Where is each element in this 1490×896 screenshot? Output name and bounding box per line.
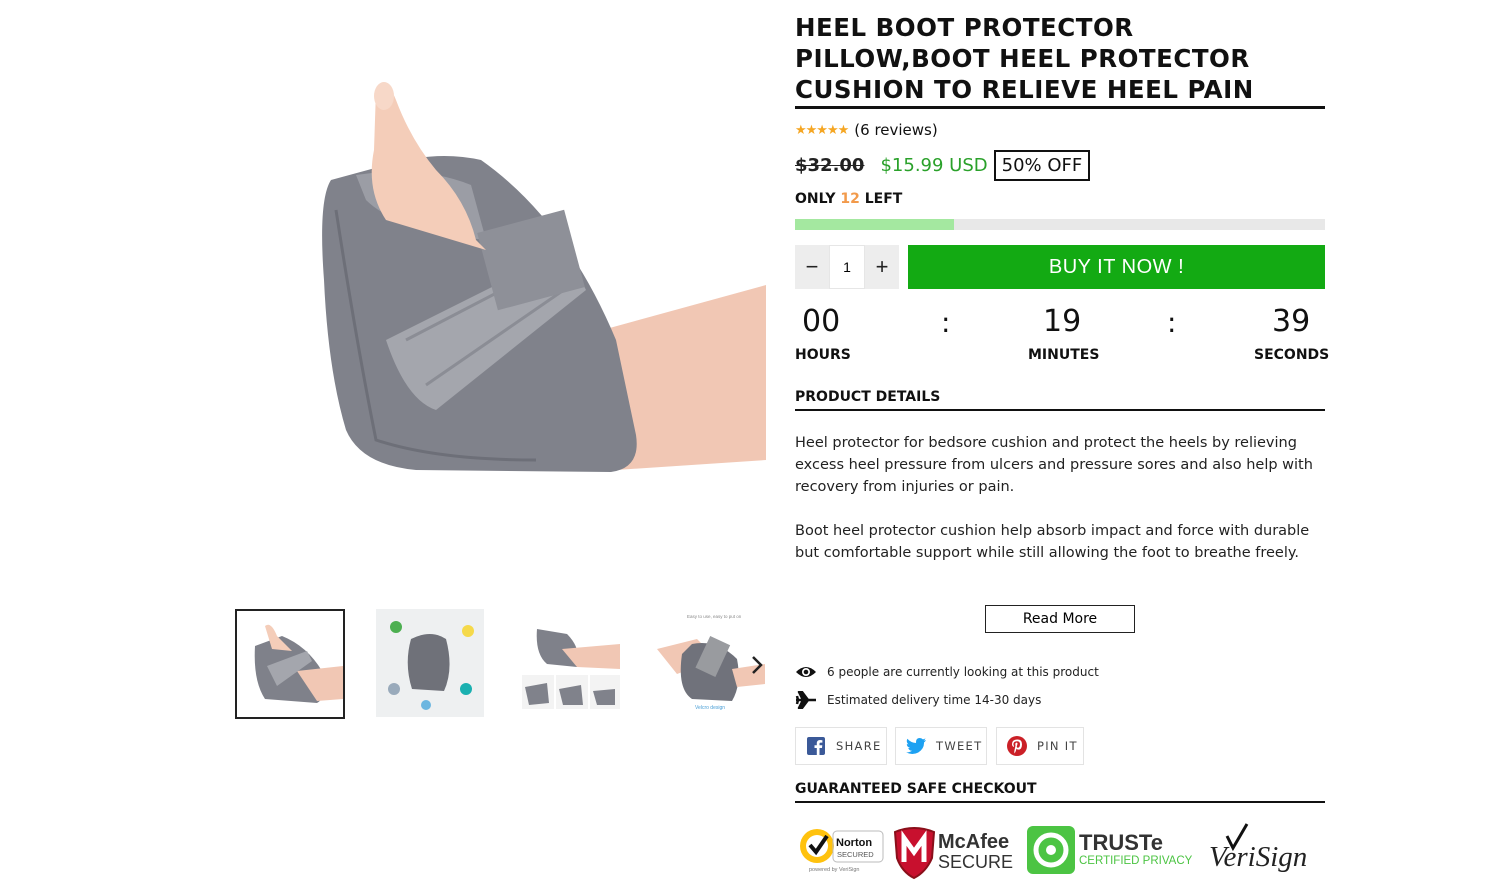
timer-minutes: 19 — [1043, 304, 1082, 339]
mcafee-secure-badge: McAfee SECURE — [893, 827, 1013, 880]
twitter-icon — [906, 736, 926, 756]
sale-price: $15.99 USD — [880, 154, 988, 176]
title-divider — [795, 106, 1325, 109]
quantity-increase-button[interactable]: + — [865, 245, 899, 289]
description-paragraph-2: Boot heel protector cushion help absorb … — [795, 523, 1310, 561]
stock-progress-bar — [795, 219, 1325, 230]
heel-cushion-photo — [322, 82, 766, 472]
stock-message: ONLY 12 LEFT — [795, 191, 902, 207]
svg-text:SECURED: SECURED — [837, 850, 874, 859]
thumbnail-carousel: Easy to use, easy to put on Velcro desig… — [234, 609, 766, 719]
quantity-input[interactable] — [829, 245, 865, 289]
discount-badge: 50% OFF — [993, 149, 1091, 181]
compare-at-price: $32.00 — [795, 154, 865, 176]
read-more-button[interactable]: Read More — [985, 605, 1135, 633]
timer-separator: : — [941, 306, 951, 339]
delivery-notice: Estimated delivery time 14-30 days — [795, 691, 1041, 709]
svg-text:Norton: Norton — [836, 837, 872, 849]
thumbnail-2[interactable] — [376, 609, 484, 717]
twitter-share-label: TWEET — [936, 739, 983, 753]
quantity-decrease-button[interactable]: − — [795, 245, 829, 289]
thumbnail-3[interactable] — [517, 609, 625, 717]
description-paragraph-1: Heel protector for bedsore cushion and p… — [795, 435, 1313, 495]
product-details-heading: PRODUCT DETAILS — [795, 389, 941, 405]
eye-icon — [795, 663, 819, 681]
stock-progress-fill — [795, 219, 954, 230]
timer-minutes-label: MINUTES — [1028, 347, 1100, 363]
norton-secured-badge: Norton SECURED powered by VeriSign — [800, 829, 884, 873]
airplane-icon — [795, 691, 819, 709]
svg-text:VeriSign: VeriSign — [1209, 841, 1307, 873]
product-title: HEEL BOOT PROTECTOR PILLOW,BOOT HEEL PRO… — [795, 13, 1254, 104]
thumb4-caption-top: Easy to use, easy to put on — [687, 614, 742, 619]
svg-text:CERTIFIED PRIVACY: CERTIFIED PRIVACY — [1079, 855, 1193, 867]
main-product-image[interactable] — [236, 40, 766, 580]
pinterest-share-button[interactable]: PIN IT — [996, 727, 1084, 765]
truste-badge: TRUSTe CERTIFIED PRIVACY — [1027, 826, 1193, 874]
stock-count: 12 — [840, 191, 860, 207]
stock-prefix: ONLY — [795, 191, 836, 207]
thumbnail-1[interactable] — [235, 609, 345, 719]
quantity-stepper: − + — [795, 245, 899, 289]
twitter-share-button[interactable]: TWEET — [895, 727, 987, 765]
timer-seconds-label: SECONDS — [1254, 347, 1330, 363]
trust-badges: Norton SECURED powered by VeriSign McAfe… — [797, 818, 1327, 880]
delivery-text: Estimated delivery time 14-30 days — [827, 693, 1042, 707]
svg-text:McAfee: McAfee — [938, 831, 1009, 853]
pinterest-share-label: PIN IT — [1037, 739, 1078, 753]
thumb4-caption-bottom: Velcro design — [695, 705, 725, 711]
safe-checkout-divider — [795, 801, 1325, 803]
timer-hours: 00 — [802, 304, 841, 339]
star-rating-icon: ★★★★★ — [795, 122, 849, 138]
timer-separator: : — [1167, 306, 1177, 339]
svg-text:SECURE: SECURE — [938, 852, 1013, 872]
svg-text:TRUSTe: TRUSTe — [1079, 830, 1163, 855]
facebook-share-label: SHARE — [836, 739, 882, 753]
review-count[interactable]: (6 reviews) — [854, 121, 937, 139]
verisign-badge: VeriSign — [1209, 823, 1307, 873]
thumbnail-4[interactable]: Easy to use, easy to put on Velcro desig… — [657, 609, 765, 717]
chevron-right-icon[interactable] — [750, 655, 768, 675]
svg-text:powered by VeriSign: powered by VeriSign — [809, 867, 859, 873]
buy-it-now-button[interactable]: BUY IT NOW ! — [908, 245, 1325, 289]
price-row: $32.00 $15.99 USD 50% OFF — [795, 148, 1091, 182]
product-details-divider — [795, 409, 1325, 411]
facebook-share-button[interactable]: SHARE — [795, 727, 887, 765]
viewers-text: 6 people are currently looking at this p… — [827, 665, 1099, 679]
viewers-notice: 6 people are currently looking at this p… — [795, 663, 1099, 681]
pinterest-icon — [1007, 736, 1027, 756]
facebook-icon — [806, 736, 826, 756]
timer-seconds: 39 — [1272, 304, 1311, 339]
product-rating[interactable]: ★★★★★ (6 reviews) — [795, 120, 938, 140]
safe-checkout-heading: GUARANTEED SAFE CHECKOUT — [795, 781, 1037, 797]
stock-suffix: LEFT — [864, 191, 903, 207]
timer-hours-label: HOURS — [795, 347, 851, 363]
